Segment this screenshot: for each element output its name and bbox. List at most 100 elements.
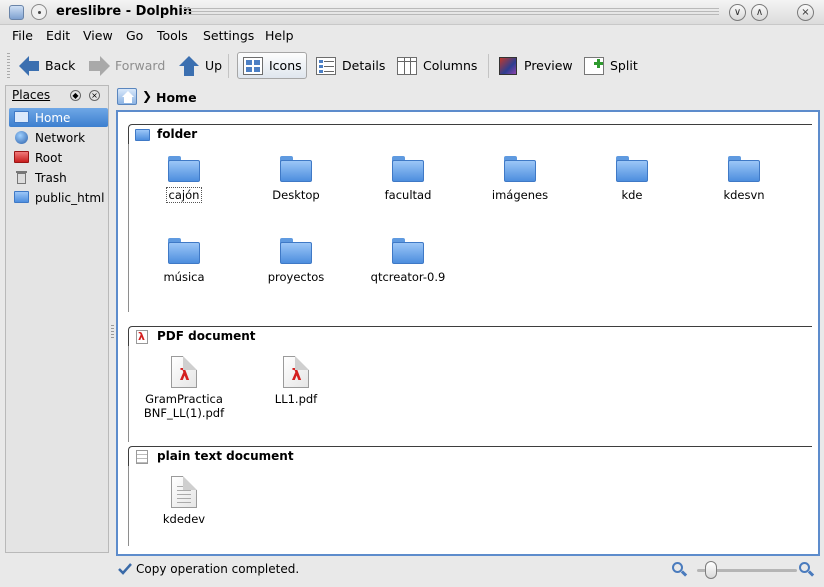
folder-icon [728,156,760,182]
up-button[interactable]: Up [178,52,222,79]
item-label: LL1.pdf [274,392,318,406]
panel-splitter[interactable] [111,325,114,339]
details-label: Details [342,58,386,73]
folder-icon [168,156,200,182]
close-button[interactable]: × [797,4,814,21]
pdf-file-item[interactable]: λ LL1.pdf [243,356,349,406]
group-line [128,144,129,312]
breadcrumb: ❯ Home [115,86,820,108]
menu-file[interactable]: File [12,28,33,43]
menu-settings[interactable]: Settings [203,28,254,43]
preview-label: Preview [524,58,573,73]
icons-view-button[interactable]: Icons [237,52,307,79]
group-line [128,466,129,546]
menu-tools[interactable]: Tools [157,28,188,43]
window-menu-button[interactable] [31,4,47,20]
menu-go[interactable]: Go [126,28,143,43]
place-home[interactable]: Home [9,108,108,127]
toolbar-grip[interactable] [7,53,10,79]
columns-view-button[interactable]: Columns [396,52,477,79]
item-label: imágenes [491,188,549,202]
file-view[interactable]: folder cajón Desktop facultad imágenes k… [116,110,820,556]
toolbar-separator [228,54,229,78]
item-label-line1: GramPractica [145,392,223,406]
folder-item[interactable]: proyectos [243,238,349,284]
folder-item[interactable]: kdesvn [691,156,797,202]
item-label-line2: BNF_LL(1).pdf [143,406,225,420]
folder-item[interactable]: música [131,238,237,284]
checkmark-icon [118,563,132,575]
item-label: Desktop [272,188,320,202]
folder-icon [280,156,312,182]
folder-icon [392,156,424,182]
item-label: facultad [384,188,432,202]
minimize-button[interactable]: ∨ [729,4,746,21]
folder-item[interactable]: facultad [355,156,461,202]
folder-item[interactable]: imágenes [467,156,573,202]
forward-button[interactable]: Forward [88,52,165,79]
folder-icon [135,129,150,141]
folder-icon [14,191,29,204]
zoom-slider-handle[interactable] [705,561,717,579]
columns-label: Columns [423,58,478,73]
folder-item[interactable]: qtcreator-0.9 [355,238,461,284]
zoom-in-icon[interactable] [799,562,815,577]
place-label: Root [35,150,63,165]
main-toolbar: Back Forward Up Icons Details Columns Pr… [0,46,824,84]
group-header: folder [128,124,812,144]
maximize-button[interactable]: ∧ [751,4,768,21]
pdf-file-item[interactable]: λ GramPractica BNF_LL(1).pdf [131,356,237,420]
split-button[interactable]: Split [583,52,638,79]
details-view-icon [315,55,337,77]
text-document-icon [136,450,148,464]
menu-view[interactable]: View [83,28,113,43]
place-public-html[interactable]: public_html [9,188,108,207]
folder-icon [392,238,424,264]
text-file-item[interactable]: kdedev [131,476,237,526]
split-label: Split [610,58,638,73]
back-button[interactable]: Back [18,52,75,79]
up-arrow-icon [178,55,200,77]
network-globe-icon [14,131,29,144]
group-line [128,346,129,442]
breadcrumb-current[interactable]: Home [156,90,197,105]
trash-icon [14,171,29,184]
folder-item[interactable]: cajón [131,156,237,203]
folder-icon [616,156,648,182]
pdf-document-icon: λ [283,356,309,388]
back-label: Back [45,58,76,73]
details-view-button[interactable]: Details [315,52,385,79]
menu-help[interactable]: Help [265,28,294,43]
chevron-right-icon[interactable]: ❯ [142,89,152,103]
folder-item[interactable]: kde [579,156,685,202]
title-bar: ereslibre - Dolphin ∨ ∧ × [0,0,824,25]
group-title: plain text document [157,449,294,463]
forward-arrow-icon [88,55,110,77]
group-title: folder [157,127,198,141]
item-label: qtcreator-0.9 [370,270,446,284]
window-title: ereslibre - Dolphin [56,4,193,19]
folder-icon [168,238,200,264]
place-network[interactable]: Network [9,128,108,147]
group-title: PDF document [157,329,256,343]
folder-icon [280,238,312,264]
place-label: public_html [35,190,105,205]
place-root[interactable]: Root [9,148,108,167]
forward-label: Forward [115,58,166,73]
columns-view-icon [396,55,418,77]
status-message: Copy operation completed. [136,562,300,576]
close-panel-button[interactable]: × [89,90,100,101]
icons-view-icon [242,55,264,77]
up-label: Up [205,58,223,73]
pdf-document-icon: λ [171,356,197,388]
zoom-out-icon[interactable] [672,562,688,577]
icons-label: Icons [269,58,302,73]
root-folder-icon [14,151,29,164]
place-trash[interactable]: Trash [9,168,108,187]
preview-button[interactable]: Preview [497,52,573,79]
place-label: Trash [35,170,67,185]
float-panel-button[interactable]: ◆ [70,90,81,101]
home-icon[interactable] [117,88,137,105]
menu-edit[interactable]: Edit [46,28,70,43]
folder-item[interactable]: Desktop [243,156,349,202]
